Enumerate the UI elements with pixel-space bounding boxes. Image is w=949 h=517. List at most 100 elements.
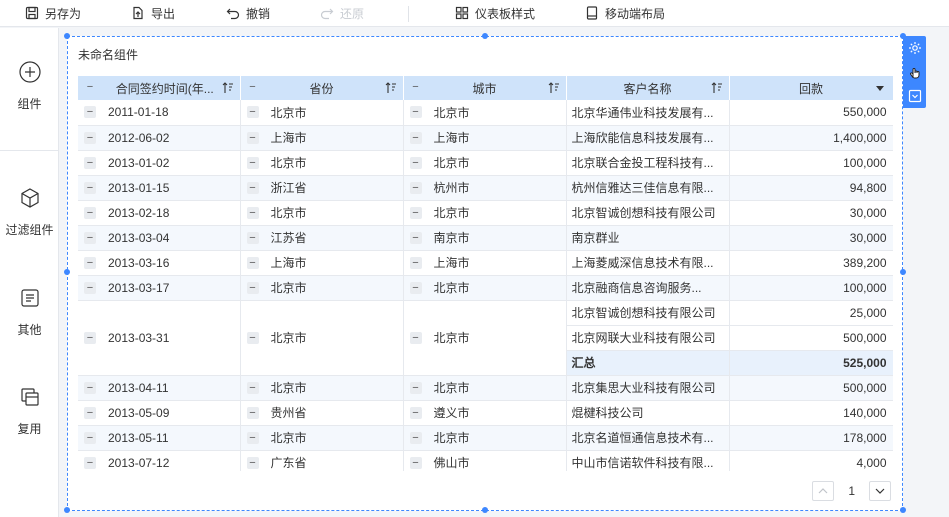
city-cell[interactable]: − 上海市 [403, 125, 567, 151]
province-cell[interactable]: − 北京市 [240, 375, 404, 401]
collapse-icon[interactable]: − [409, 256, 422, 269]
redo-button[interactable]: 还原 [320, 0, 364, 27]
collapse-icon[interactable]: − [246, 206, 259, 219]
sidebar-item-filter-components[interactable]: 过滤组件 [0, 187, 59, 238]
column-header-payment[interactable]: 回款 [729, 76, 893, 100]
collapse-icon[interactable]: − [84, 206, 96, 219]
collapse-icon[interactable]: − [84, 381, 96, 394]
resize-handle[interactable] [482, 507, 488, 513]
table-widget[interactable]: 未命名组件 − 合同签约时间(年... − 省份 − 城市 客户名称 回款 − … [64, 33, 906, 513]
amount-cell[interactable]: 500,000 [729, 375, 893, 401]
amount-cell[interactable]: 500,000 [729, 325, 893, 351]
amount-cell[interactable]: 389,200 [729, 250, 893, 276]
city-cell[interactable]: − 北京市 [403, 300, 567, 376]
customer-cell[interactable]: 上海欣能信息科技发展有... [566, 125, 730, 151]
date-cell[interactable]: −2013-05-11 [78, 425, 241, 451]
province-cell[interactable]: − 北京市 [240, 275, 404, 301]
customer-cell[interactable]: 北京智诚创想科技有限公司 [566, 200, 730, 226]
collapse-icon[interactable]: − [84, 106, 96, 119]
city-cell[interactable]: − 上海市 [403, 250, 567, 276]
collapse-icon[interactable]: − [246, 156, 259, 169]
save-as-button[interactable]: 另存为 [25, 0, 81, 27]
collapse-icon[interactable]: − [409, 281, 422, 294]
date-cell[interactable]: −2013-03-16 [78, 250, 241, 276]
date-cell[interactable]: −2012-06-02 [78, 125, 241, 151]
customer-cell[interactable]: 中山市信诺软件科技有限... [566, 450, 730, 471]
amount-cell[interactable]: 178,000 [729, 425, 893, 451]
collapse-icon[interactable]: − [246, 381, 259, 394]
customer-cell[interactable]: 北京网联大业科技有限公司 [566, 325, 730, 351]
date-cell[interactable]: −2013-03-31 [78, 300, 241, 376]
collapse-icon[interactable]: − [410, 82, 422, 94]
sort-icon[interactable] [222, 82, 234, 94]
collapse-icon[interactable]: − [409, 231, 422, 244]
column-header-city[interactable]: − 城市 [403, 76, 567, 100]
province-cell[interactable]: − 上海市 [240, 250, 404, 276]
resize-handle[interactable] [64, 33, 70, 39]
amount-cell[interactable]: 4,000 [729, 450, 893, 471]
customer-cell[interactable]: 北京融商信息咨询服务... [566, 275, 730, 301]
collapse-icon[interactable]: − [246, 231, 259, 244]
widget-chart-button[interactable] [903, 60, 926, 84]
date-cell[interactable]: −2013-01-15 [78, 175, 241, 201]
collapse-icon[interactable]: − [409, 131, 422, 144]
city-cell[interactable]: − 南京市 [403, 225, 567, 251]
amount-cell[interactable]: 100,000 [729, 275, 893, 301]
city-cell[interactable]: − 北京市 [403, 200, 567, 226]
collapse-icon[interactable]: − [409, 106, 422, 119]
sidebar-item-other[interactable]: 其他 [0, 287, 59, 338]
date-cell[interactable]: −2013-03-04 [78, 225, 241, 251]
province-cell[interactable]: − 北京市 [240, 150, 404, 176]
column-header-date[interactable]: − 合同签约时间(年... [78, 76, 241, 100]
resize-handle[interactable] [482, 33, 488, 39]
date-cell[interactable]: −2013-05-09 [78, 400, 241, 426]
customer-cell[interactable]: 杭州信雅达三佳信息有限... [566, 175, 730, 201]
column-header-province[interactable]: − 省份 [240, 76, 404, 100]
collapse-icon[interactable]: − [246, 406, 259, 419]
sort-icon[interactable] [385, 82, 397, 94]
collapse-icon[interactable]: − [84, 331, 96, 344]
sort-icon[interactable] [548, 82, 560, 94]
export-button[interactable]: 导出 [131, 0, 175, 27]
amount-cell[interactable]: 100,000 [729, 150, 893, 176]
city-cell[interactable]: − 北京市 [403, 100, 567, 126]
collapse-icon[interactable]: − [246, 131, 259, 144]
amount-cell[interactable]: 1,400,000 [729, 125, 893, 151]
sort-icon[interactable] [711, 82, 723, 94]
collapse-icon[interactable]: − [246, 106, 259, 119]
collapse-icon[interactable]: − [84, 156, 96, 169]
collapse-icon[interactable]: − [247, 82, 259, 94]
widget-title[interactable]: 未命名组件 [78, 46, 138, 63]
collapse-icon[interactable]: − [409, 431, 422, 444]
collapse-icon[interactable]: − [84, 431, 96, 444]
date-cell[interactable]: −2013-01-02 [78, 150, 241, 176]
collapse-icon[interactable]: − [84, 406, 96, 419]
date-cell[interactable]: −2011-01-18 [78, 100, 241, 126]
province-cell[interactable]: − 贵州省 [240, 400, 404, 426]
mobile-layout-button[interactable]: 移动端布局 [585, 0, 665, 27]
widget-more-button[interactable] [903, 84, 926, 108]
province-cell[interactable]: − 上海市 [240, 125, 404, 151]
page-down-button[interactable] [869, 481, 891, 501]
province-cell[interactable]: − 浙江省 [240, 175, 404, 201]
customer-cell[interactable]: 北京智诚创想科技有限公司 [566, 300, 730, 326]
widget-settings-button[interactable] [903, 36, 926, 60]
city-cell[interactable]: − 遵义市 [403, 400, 567, 426]
collapse-icon[interactable]: − [409, 381, 422, 394]
collapse-icon[interactable]: − [409, 406, 422, 419]
province-cell[interactable]: − 广东省 [240, 450, 404, 471]
collapse-icon[interactable]: − [246, 331, 259, 344]
amount-cell[interactable]: 140,000 [729, 400, 893, 426]
customer-cell[interactable]: 南京群业 [566, 225, 730, 251]
city-cell[interactable]: − 佛山市 [403, 450, 567, 471]
resize-handle[interactable] [900, 507, 906, 513]
date-cell[interactable]: −2013-03-17 [78, 275, 241, 301]
amount-cell[interactable]: 550,000 [729, 100, 893, 126]
undo-button[interactable]: 撤销 [226, 0, 270, 27]
city-cell[interactable]: − 北京市 [403, 150, 567, 176]
customer-cell[interactable]: 北京联合金投工程科技有... [566, 150, 730, 176]
city-cell[interactable]: − 杭州市 [403, 175, 567, 201]
collapse-icon[interactable]: − [409, 156, 422, 169]
collapse-icon[interactable]: − [84, 131, 96, 144]
collapse-icon[interactable]: − [246, 456, 259, 469]
